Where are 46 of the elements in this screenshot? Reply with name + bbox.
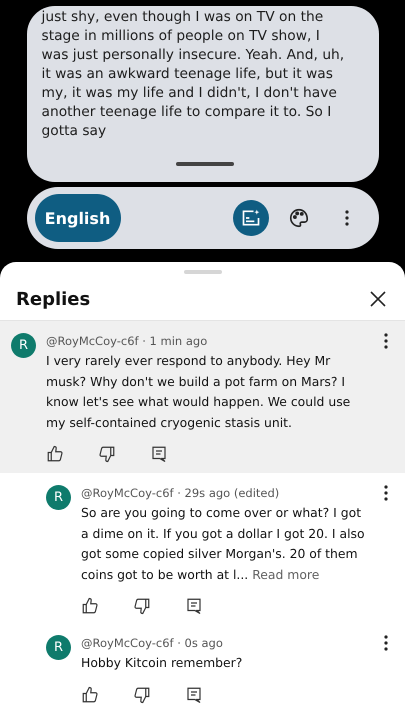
thumbs-up-icon [81,686,99,704]
caption-line: my, it was my life and I didn't, I don't have [42,84,338,103]
avatar: R [46,635,71,660]
comment-meta: @RoyMcCoy-c6f · 1 min ago [46,333,208,349]
dislike-button[interactable] [133,686,151,704]
dislike-button[interactable] [98,445,116,463]
reply-button[interactable] [150,445,168,463]
comment-text: Hobby Kitcoin remember? [81,654,244,672]
reply-button[interactable] [185,597,203,615]
language-button[interactable]: English [34,194,120,242]
comment-text: I very rarely ever respond to anybody. Hey Mr musk? Why don't we build a pot farm on Mars? I know let's see what would happen. We could use my self-contained cryogenic stasis unit. [46,352,352,432]
thumbs-down-icon [133,686,151,704]
more-icon [384,635,388,651]
palette-icon [288,207,310,229]
caption-line: stage in millions of people on TV show, I [42,27,321,46]
caption-line: it was an awkward teenage life, but it was [42,65,334,84]
like-button[interactable] [81,597,99,615]
comment-meta: @RoyMcCoy-c6f · 29s ago (edited) [81,485,280,501]
caption-line: another teenage life to compare it to. So I [42,103,332,122]
comment-text: So are you going to come over or what? I got a dime on it. If you got a dollar I got 20. I also got some copied silver Morgan's. 20 of them coins got to be worth at l... Read more [81,504,366,584]
like-button[interactable] [81,686,99,704]
avatar: R [11,333,36,358]
thumbs-down-icon [133,597,151,615]
like-button[interactable] [46,445,64,463]
comment-meta: @RoyMcCoy-c6f · 0s ago [81,635,224,651]
caption-line: was just personally insecure. Yeah. And, uh, [42,46,346,65]
reply-button[interactable] [185,686,203,704]
thumbs-down-icon [98,445,116,463]
captions-icon [240,208,260,228]
captions-button[interactable] [232,200,268,236]
avatar: R [46,485,71,510]
more-icon [384,485,388,501]
comment-icon [185,686,203,704]
caption-line: just shy, even though I was on TV on the [42,8,324,27]
caption-line: gotta say [42,122,108,141]
drag-handle[interactable] [176,162,234,166]
read-more-link[interactable]: Read more [252,566,320,582]
comment-icon [150,445,168,463]
thumbs-up-icon [81,597,99,615]
thumbs-up-icon [46,445,64,463]
sheet-handle[interactable] [184,270,222,274]
sheet-title: Replies [16,288,90,310]
comment-icon [185,597,203,615]
more-icon [344,210,348,226]
more-icon [384,333,388,349]
dislike-button[interactable] [133,597,151,615]
